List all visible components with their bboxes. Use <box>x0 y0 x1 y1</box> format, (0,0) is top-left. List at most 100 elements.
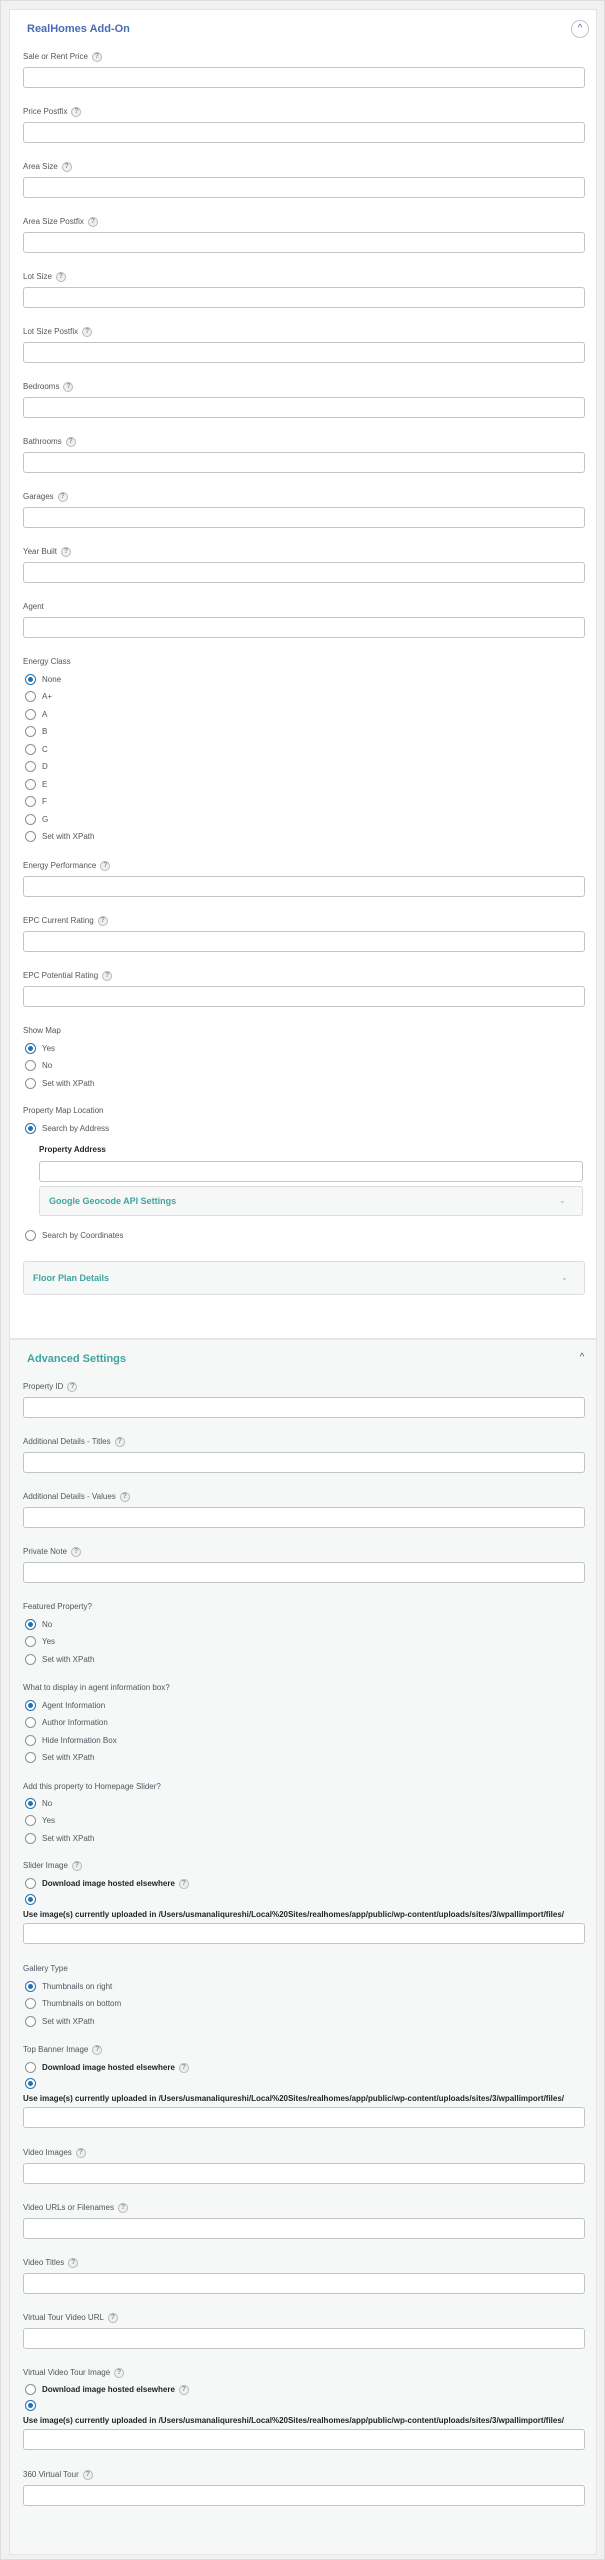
help-icon[interactable]: ? <box>71 107 82 117</box>
show-map-no-radio[interactable] <box>25 1060 36 1071</box>
property-address-input[interactable] <box>39 1161 583 1182</box>
help-icon[interactable]: ? <box>60 547 71 557</box>
search-by-address-radio[interactable] <box>25 1123 36 1134</box>
virtual-tour-download-radio[interactable] <box>25 2384 36 2395</box>
search-by-coordinates-radio[interactable] <box>25 1230 36 1241</box>
top-banner-input[interactable] <box>23 2107 585 2128</box>
help-icon[interactable]: ? <box>114 1437 125 1447</box>
energy-f-label: F <box>42 797 47 806</box>
help-icon[interactable]: ? <box>67 1382 78 1392</box>
details-titles-input[interactable] <box>23 1452 585 1473</box>
help-icon[interactable]: ? <box>65 437 76 447</box>
slider-yes-radio[interactable] <box>25 1815 36 1826</box>
bedrooms-input[interactable] <box>23 397 585 418</box>
slider-xpath-label: Set with XPath <box>42 1834 95 1843</box>
top-banner-label: Top Banner Image? <box>23 2045 103 2055</box>
video-urls-input[interactable] <box>23 2218 585 2239</box>
author-info-radio[interactable] <box>25 1717 36 1728</box>
help-icon[interactable]: ? <box>178 1879 189 1889</box>
details-values-input[interactable] <box>23 1507 585 1528</box>
help-icon[interactable]: ? <box>119 1492 130 1502</box>
help-icon[interactable]: ? <box>82 2470 93 2480</box>
bathrooms-input[interactable] <box>23 452 585 473</box>
energy-e-radio[interactable] <box>25 779 36 790</box>
energy-a-radio[interactable] <box>25 709 36 720</box>
energy-aplus-radio[interactable] <box>25 691 36 702</box>
hide-info-radio[interactable] <box>25 1735 36 1746</box>
video-images-input[interactable] <box>23 2163 585 2184</box>
help-icon[interactable]: ? <box>71 1547 82 1557</box>
gallery-xpath-radio[interactable] <box>25 2016 36 2027</box>
virtual-tour-use-radio[interactable] <box>25 2400 36 2411</box>
property-id-input[interactable] <box>23 1397 585 1418</box>
area-size-postfix-input[interactable] <box>23 232 585 253</box>
agent-input[interactable] <box>23 617 585 638</box>
help-icon[interactable]: ? <box>97 916 108 926</box>
lot-size-input[interactable] <box>23 287 585 308</box>
agent-box-label: What to display in agent information box… <box>23 1683 170 1692</box>
help-icon[interactable]: ? <box>107 2313 118 2323</box>
help-icon[interactable]: ? <box>82 327 93 337</box>
help-icon[interactable]: ? <box>87 217 98 227</box>
help-icon[interactable]: ? <box>68 2258 79 2268</box>
featured-no-radio[interactable] <box>25 1619 36 1630</box>
energy-d-label: D <box>42 762 48 771</box>
featured-xpath-radio[interactable] <box>25 1654 36 1665</box>
chevron-down-icon[interactable]: ⌄ <box>559 1196 566 1205</box>
collapse-icon[interactable]: ^ <box>573 1350 591 1368</box>
agent-box-xpath-radio[interactable] <box>25 1752 36 1763</box>
show-map-xpath-radio[interactable] <box>25 1078 36 1089</box>
slider-image-input[interactable] <box>23 1923 585 1944</box>
help-icon[interactable]: ? <box>178 2063 189 2073</box>
virtual-tour-url-input[interactable] <box>23 2328 585 2349</box>
energy-b-radio[interactable] <box>25 726 36 737</box>
help-icon[interactable]: ? <box>75 2148 86 2158</box>
agent-info-radio[interactable] <box>25 1700 36 1711</box>
private-note-input[interactable] <box>23 1562 585 1583</box>
featured-yes-radio[interactable] <box>25 1636 36 1647</box>
help-icon[interactable]: ? <box>55 272 66 282</box>
energy-c-radio[interactable] <box>25 744 36 755</box>
help-icon[interactable]: ? <box>102 971 113 981</box>
show-map-yes-radio[interactable] <box>25 1043 36 1054</box>
slider-no-radio[interactable] <box>25 1798 36 1809</box>
chevron-down-icon[interactable]: ⌄ <box>561 1273 568 1282</box>
garages-input[interactable] <box>23 507 585 528</box>
video-titles-input[interactable] <box>23 2273 585 2294</box>
help-icon[interactable]: ? <box>118 2203 129 2213</box>
energy-performance-input[interactable] <box>23 876 585 897</box>
price-postfix-input[interactable] <box>23 122 585 143</box>
sale-price-input[interactable] <box>23 67 585 88</box>
energy-none-radio[interactable] <box>25 674 36 685</box>
top-banner-download-radio[interactable] <box>25 2062 36 2073</box>
top-banner-use-radio[interactable] <box>25 2078 36 2089</box>
help-icon[interactable]: ? <box>61 162 72 172</box>
lot-size-postfix-input[interactable] <box>23 342 585 363</box>
thumbs-bottom-radio[interactable] <box>25 1998 36 2009</box>
help-icon[interactable]: ? <box>178 2385 189 2395</box>
help-icon[interactable]: ? <box>91 52 102 62</box>
energy-g-radio[interactable] <box>25 814 36 825</box>
help-icon[interactable]: ? <box>100 861 111 871</box>
energy-f-radio[interactable] <box>25 796 36 807</box>
year-built-input[interactable] <box>23 562 585 583</box>
help-icon[interactable]: ? <box>92 2045 103 2055</box>
area-size-input[interactable] <box>23 177 585 198</box>
virtual-tour-image-input[interactable] <box>23 2429 585 2450</box>
energy-xpath-radio[interactable] <box>25 831 36 842</box>
tour-360-input[interactable] <box>23 2485 585 2506</box>
slider-image-use-radio[interactable] <box>25 1894 36 1905</box>
help-icon[interactable]: ? <box>63 382 74 392</box>
collapse-icon[interactable]: ^ <box>571 20 589 38</box>
featured-label: Featured Property? <box>23 1602 92 1611</box>
help-icon[interactable]: ? <box>57 492 68 502</box>
help-icon[interactable]: ? <box>71 1861 82 1871</box>
energy-aplus-label: A+ <box>42 692 53 701</box>
epc-potential-input[interactable] <box>23 986 585 1007</box>
energy-d-radio[interactable] <box>25 761 36 772</box>
slider-image-download-radio[interactable] <box>25 1878 36 1889</box>
epc-current-input[interactable] <box>23 931 585 952</box>
help-icon[interactable]: ? <box>114 2368 125 2378</box>
slider-xpath-radio[interactable] <box>25 1833 36 1844</box>
thumbs-right-radio[interactable] <box>25 1981 36 1992</box>
